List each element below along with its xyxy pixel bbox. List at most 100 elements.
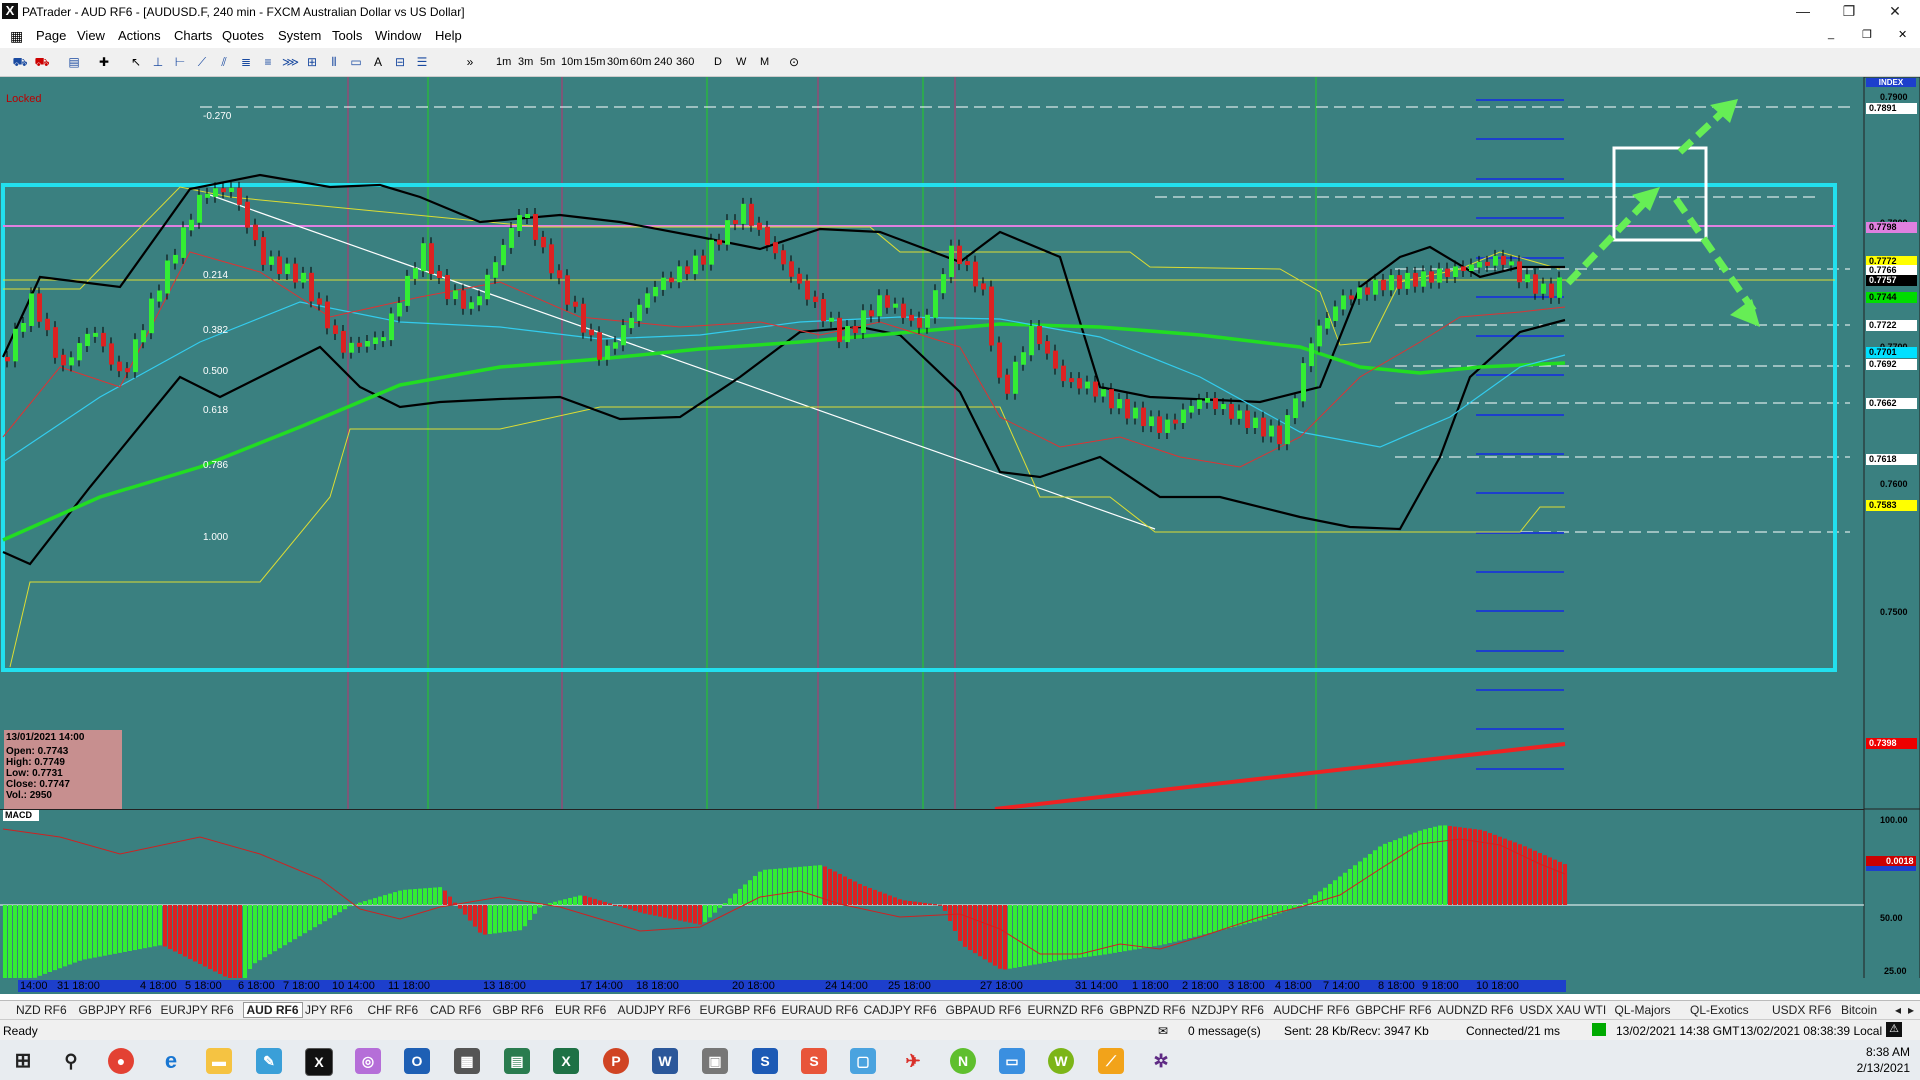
timeframe-10m[interactable]: 10m (561, 56, 582, 68)
restore-button[interactable]: ❐ (1826, 0, 1872, 24)
tab-nzd-rf6[interactable]: NZD RF6 (16, 1003, 67, 1017)
list-icon[interactable]: ☰ (414, 54, 430, 70)
projection-arrows[interactable] (1565, 104, 1759, 316)
vertical-line-icon[interactable]: ⊥ (150, 54, 166, 70)
timeframe-1m[interactable]: 1m (496, 56, 511, 68)
tab-nzdjpy-rf6[interactable]: NZDJPY RF6 (1192, 1003, 1264, 1017)
timeframe-3m[interactable]: 3m (518, 56, 533, 68)
folder-icon[interactable]: ▬ (206, 1048, 232, 1074)
tab-euraud-rf6[interactable]: EURAUD RF6 (782, 1003, 859, 1017)
pointer-icon[interactable]: ↖ (128, 54, 144, 70)
tab-audjpy-rf6[interactable]: AUDJPY RF6 (618, 1003, 691, 1017)
price-chart[interactable]: -0.270 0.214 0.382 0.500 0.618 0.786 1.0… (0, 77, 1920, 809)
search-icon[interactable]: ⚲ (58, 1048, 84, 1074)
photos-icon[interactable]: ◎ (355, 1048, 381, 1074)
menu-page[interactable]: Page (36, 28, 66, 43)
tab-scroll-left-icon[interactable]: ◂ (1895, 1003, 1901, 1017)
fib-arc-icon[interactable]: ⋙ (282, 54, 299, 70)
outlook-icon[interactable]: O (404, 1048, 430, 1074)
tab-jpy-rf6[interactable]: JPY RF6 (305, 1003, 353, 1017)
device-app-icon[interactable]: ▣ (702, 1048, 728, 1074)
tab-eurnzd-rf6[interactable]: EURNZD RF6 (1028, 1003, 1104, 1017)
channel-icon[interactable]: ⫽ (216, 54, 232, 70)
horizontal-line-icon[interactable]: ⊢ (172, 54, 188, 70)
ellipse-icon[interactable]: ⊟ (392, 54, 408, 70)
tab-cadjpy-rf6[interactable]: CADJPY RF6 (864, 1003, 937, 1017)
powerpoint-icon[interactable]: P (603, 1048, 629, 1074)
fib-fan-icon[interactable]: ≡ (260, 54, 276, 70)
chart-type-icon[interactable]: ▤ (66, 54, 82, 70)
red-bird-app-icon[interactable]: ✈ (900, 1048, 926, 1074)
tab-audnzd-rf6[interactable]: AUDNZD RF6 (1438, 1003, 1514, 1017)
tab-aud-rf6[interactable]: AUD RF6 (242, 1002, 303, 1018)
tab-chf-rf6[interactable]: CHF RF6 (368, 1003, 419, 1017)
tab-gbpaud-rf6[interactable]: GBPAUD RF6 (946, 1003, 1022, 1017)
remote-app-icon[interactable]: ▢ (850, 1048, 876, 1074)
macd-panel[interactable]: 100.00 50.00 25.00 0.0018 (0, 809, 1920, 979)
notes-app-icon[interactable]: ✎ (256, 1048, 282, 1074)
excel-icon[interactable]: X (553, 1048, 579, 1074)
timeframe-5m[interactable]: 5m (540, 56, 555, 68)
tab-usdx-xau-wti[interactable]: USDX XAU WTI (1520, 1003, 1607, 1017)
timeframe-360[interactable]: 360 (676, 56, 694, 68)
cycle-lines-icon[interactable]: ⦀ (326, 54, 342, 70)
tab-bitcoin[interactable]: Bitcoin (1841, 1003, 1877, 1017)
network-app-icon[interactable]: ▭ (999, 1048, 1025, 1074)
menu-charts[interactable]: Charts (174, 28, 212, 43)
tab-ql-exotics[interactable]: QL-Exotics (1690, 1003, 1749, 1017)
mail-icon[interactable]: ✉ (1158, 1024, 1168, 1038)
tab-gbp-rf6[interactable]: GBP RF6 (493, 1003, 544, 1017)
tab-eur-rf6[interactable]: EUR RF6 (555, 1003, 606, 1017)
timeframe-15m[interactable]: 15m (584, 56, 605, 68)
word-icon[interactable]: W (652, 1048, 678, 1074)
menu-tools[interactable]: Tools (332, 28, 362, 43)
spreadsheet-app-icon[interactable]: ▤ (504, 1048, 530, 1074)
menu-view[interactable]: View (77, 28, 105, 43)
s-red-app-icon[interactable]: S (801, 1048, 827, 1074)
menu-window[interactable]: Window (375, 28, 421, 43)
layout-icon[interactable]: ⛟ (12, 54, 28, 70)
mdi-close-button[interactable]: ✕ (1898, 28, 1907, 41)
text-icon[interactable]: A (370, 54, 386, 70)
timeframe-30m[interactable]: 30m (607, 56, 628, 68)
menu-actions[interactable]: Actions (118, 28, 161, 43)
mdi-minimize-button[interactable]: _ (1828, 28, 1834, 40)
minimize-button[interactable]: — (1780, 0, 1826, 24)
mdi-restore-button[interactable]: ❐ (1862, 28, 1872, 41)
patrader-taskbar-icon[interactable]: X (305, 1048, 333, 1076)
tab-eurjpy-rf6[interactable]: EURJPY RF6 (161, 1003, 234, 1017)
crosshair-icon[interactable]: ✚ (96, 54, 112, 70)
timeframe-60m[interactable]: 60m (630, 56, 651, 68)
w-app-icon[interactable]: W (1048, 1048, 1074, 1074)
tab-scroll-right-icon[interactable]: ▸ (1908, 1003, 1914, 1017)
timeframe-240[interactable]: 240 (654, 56, 672, 68)
tab-gbpchf-rf6[interactable]: GBPCHF RF6 (1356, 1003, 1432, 1017)
tab-usdx-rf6[interactable]: USDX RF6 (1772, 1003, 1831, 1017)
n-app-icon[interactable]: N (950, 1048, 976, 1074)
tab-cad-rf6[interactable]: CAD RF6 (430, 1003, 481, 1017)
alert-icon[interactable]: ⛟ (34, 54, 50, 70)
trendline-icon[interactable]: ⟋ (194, 54, 210, 70)
edge-icon[interactable]: e (158, 1048, 184, 1074)
clock-icon[interactable]: ⊙ (786, 54, 802, 70)
tab-audchf-rf6[interactable]: AUDCHF RF6 (1274, 1003, 1350, 1017)
slack-icon[interactable]: ✲ (1148, 1048, 1174, 1074)
calculator-icon[interactable]: ▦ (454, 1048, 480, 1074)
timeframe-m[interactable]: M (760, 56, 769, 68)
timeframe-w[interactable]: W (736, 56, 746, 68)
gann-icon[interactable]: ⊞ (304, 54, 320, 70)
tab-gbpnzd-rf6[interactable]: GBPNZD RF6 (1110, 1003, 1186, 1017)
orange-app-icon[interactable]: ⟋ (1098, 1048, 1124, 1074)
menu-quotes[interactable]: Quotes (222, 28, 264, 43)
rectangle-icon[interactable]: ▭ (348, 54, 364, 70)
start-icon[interactable]: ⊞ (10, 1048, 36, 1074)
tab-gbpjpy-rf6[interactable]: GBPJPY RF6 (79, 1003, 152, 1017)
overflow-icon[interactable]: » (462, 54, 478, 70)
status-messages[interactable]: 0 message(s) (1188, 1024, 1261, 1038)
menu-system[interactable]: System (278, 28, 321, 43)
tab-eurgbp-rf6[interactable]: EURGBP RF6 (700, 1003, 776, 1017)
fibonacci-icon[interactable]: ≣ (238, 54, 254, 70)
chrome-icon[interactable]: ● (108, 1048, 134, 1074)
s-blue-app-icon[interactable]: S (752, 1048, 778, 1074)
chart-menu-icon[interactable]: ▦ (10, 28, 23, 45)
